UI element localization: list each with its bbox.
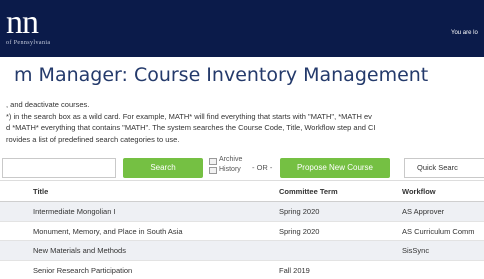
cell-workflow: SisSync xyxy=(402,246,430,255)
cell-title: New Materials and Methods xyxy=(33,246,126,255)
instructions-line: , and deactivate courses. xyxy=(6,100,90,109)
column-header-committee-term[interactable]: Committee Term xyxy=(279,187,338,196)
table-row[interactable]: Senior Research Participation Fall 2019 xyxy=(0,261,484,279)
archive-checkbox[interactable] xyxy=(209,158,217,165)
instructions-line: rovides a list of predefined search cate… xyxy=(6,134,180,144)
table-row[interactable]: New Materials and Methods SisSync xyxy=(0,241,484,261)
instructions-text: , and deactivate courses. *) in the sear… xyxy=(6,99,484,145)
instructions-line: d *MATH* everything that contains "MATH"… xyxy=(6,123,376,133)
cell-workflow: AS Approver xyxy=(402,207,445,216)
column-header-workflow[interactable]: Workflow xyxy=(402,187,436,196)
cell-title: Monument, Memory, and Place in South Asi… xyxy=(33,226,183,236)
history-checkbox[interactable] xyxy=(209,167,217,174)
history-checkbox-label: History xyxy=(219,166,241,173)
cell-workflow: AS Curriculum Comm xyxy=(402,226,475,236)
archive-checkbox-label: Archive xyxy=(219,156,243,163)
course-table: Title Committee Term Workflow Intermedia… xyxy=(0,180,484,279)
page-title: m Manager: Course Inventory Management xyxy=(14,64,429,86)
search-input[interactable] xyxy=(2,158,116,178)
table-row[interactable]: Monument, Memory, and Place in South Asi… xyxy=(0,222,484,241)
or-separator: - OR - xyxy=(252,163,273,172)
column-header-title[interactable]: Title xyxy=(33,187,48,196)
cell-committee-term: Spring 2020 xyxy=(279,207,320,216)
top-header: nn of Pennsylvania You are lo xyxy=(0,0,484,57)
cell-committee-term: Spring 2020 xyxy=(279,226,320,236)
table-row[interactable]: Intermediate Mongolian I Spring 2020 AS … xyxy=(0,202,484,222)
search-button[interactable]: Search xyxy=(123,158,203,178)
cell-title: Senior Research Participation xyxy=(33,265,133,275)
university-logo-subtitle: of Pennsylvania xyxy=(6,40,51,46)
quick-search-button[interactable]: Quick Searc xyxy=(404,158,484,178)
propose-new-course-button[interactable]: Propose New Course xyxy=(280,158,390,178)
cell-committee-term: Fall 2019 xyxy=(279,265,310,275)
search-toolbar: Search Archive History - OR - Propose Ne… xyxy=(0,152,484,178)
university-logo[interactable]: nn xyxy=(6,6,39,40)
logged-in-status: You are lo xyxy=(451,30,478,36)
cell-title: Intermediate Mongolian I xyxy=(33,207,116,216)
table-header: Title Committee Term Workflow xyxy=(0,180,484,202)
instructions-line: *) in the search box as a wild card. For… xyxy=(6,111,372,121)
